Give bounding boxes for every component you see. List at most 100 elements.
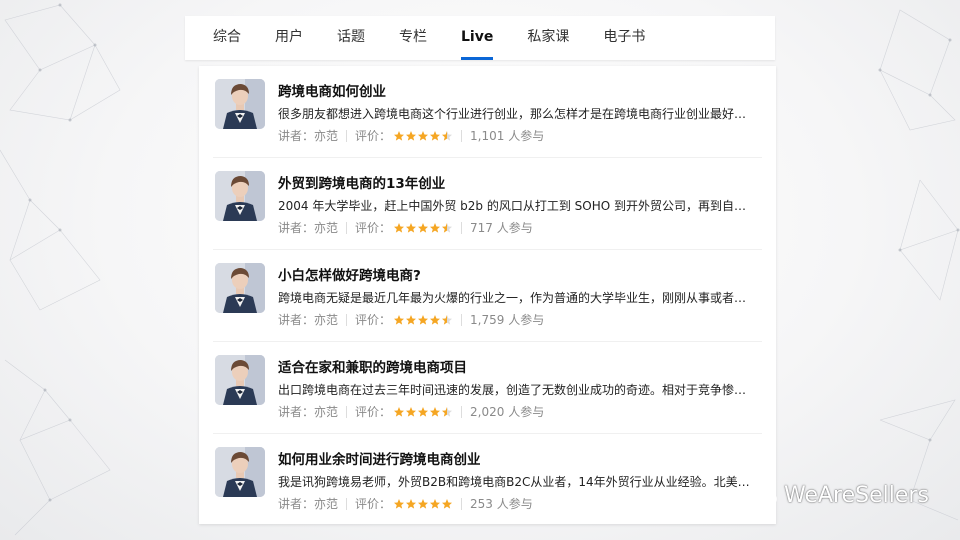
star-icon (394, 130, 405, 141)
divider (346, 405, 348, 418)
live-title[interactable]: 跨境电商如何创业 (278, 80, 386, 100)
divider (461, 405, 463, 418)
live-description: 很多朋友都想进入跨境电商这个行业进行创业，那么怎样才是在跨境电商行业创业最好的方… (278, 107, 758, 121)
live-results-list: 跨境电商如何创业 很多朋友都想进入跨境电商这个行业进行创业，那么怎样才是在跨境电… (199, 66, 776, 524)
live-meta: 讲者：亦范 评价： 2,020 人参与 (278, 403, 544, 420)
star-icon (442, 222, 453, 233)
rating-label: 评价： (355, 405, 392, 419)
speaker-name[interactable]: 讲者：亦范 (278, 311, 338, 328)
live-meta: 讲者：亦范 评价： 717 人参与 (278, 219, 533, 236)
rating-label: 评价： (355, 313, 392, 327)
participants-count: 1,759 人参与 (470, 313, 545, 327)
participants-count: 2,020 人参与 (470, 405, 545, 419)
star-icon (394, 406, 405, 417)
live-title[interactable]: 如何用业余时间进行跨境电商创业 (278, 448, 481, 468)
star-icon (406, 314, 417, 325)
star-icon (418, 498, 429, 509)
live-title[interactable]: 小白怎样做好跨境电商? (278, 264, 421, 284)
rating-stars (393, 130, 453, 142)
rating-label: 评价： (355, 497, 392, 511)
tab-5[interactable]: 私家课 (527, 16, 569, 60)
watermark-logo: WeAreSellers (750, 483, 929, 508)
participants-count: 253 人参与 (470, 497, 533, 511)
speaker-avatar[interactable] (215, 79, 265, 129)
avatar-image (215, 79, 265, 129)
avatar-image (215, 447, 265, 497)
rating-label: 评价： (355, 129, 392, 143)
avatar-image (215, 171, 265, 221)
live-title[interactable]: 适合在家和兼职的跨境电商项目 (278, 356, 467, 376)
divider (461, 221, 463, 234)
participants-count: 1,101 人参与 (470, 129, 545, 143)
tab-1[interactable]: 用户 (275, 16, 303, 60)
rating-stars (393, 498, 453, 510)
star-icon (430, 130, 441, 141)
live-meta: 讲者：亦范 评价： 1,101 人参与 (278, 127, 544, 144)
search-tabs-bar: 综合 用户 话题 专栏 Live 私家课 电子书 (185, 16, 775, 60)
star-icon (406, 498, 417, 509)
watermark-text: WeAreSellers (784, 483, 929, 508)
tab-list: 综合 用户 话题 专栏 Live 私家课 电子书 (185, 16, 775, 60)
rating-stars (393, 222, 453, 234)
star-icon (394, 222, 405, 233)
live-item[interactable]: 适合在家和兼职的跨境电商项目 出口跨境电商在过去三年时间迅速的发展，创造了无数创… (199, 342, 776, 434)
star-icon (442, 498, 453, 509)
wechat-icon (750, 484, 777, 506)
star-icon (418, 314, 429, 325)
star-icon (442, 314, 453, 325)
rating-stars (393, 406, 453, 418)
live-item[interactable]: 如何用业余时间进行跨境电商创业 我是讯狗跨境易老师，外贸B2B和跨境电商B2C从… (199, 434, 776, 526)
star-icon (442, 406, 453, 417)
live-description: 2004 年大学毕业，赶上中国外贸 b2b 的风口从打工到 SOHO 到开外贸公… (278, 199, 758, 213)
speaker-name[interactable]: 讲者：亦范 (278, 127, 338, 144)
live-item[interactable]: 外贸到跨境电商的13年创业 2004 年大学毕业，赶上中国外贸 b2b 的风口从… (199, 158, 776, 250)
star-icon (430, 314, 441, 325)
tab-3[interactable]: 专栏 (399, 16, 427, 60)
speaker-avatar[interactable] (215, 447, 265, 497)
star-icon (418, 222, 429, 233)
divider (346, 221, 348, 234)
avatar-image (215, 355, 265, 405)
star-icon (406, 222, 417, 233)
network-pattern-right (878, 9, 960, 521)
rating-label: 评价： (355, 221, 392, 235)
live-item[interactable]: 小白怎样做好跨境电商? 跨境电商无疑是最近几年最为火爆的行业之一，作为普通的大学… (199, 250, 776, 342)
tab-2[interactable]: 话题 (337, 16, 365, 60)
participants-count: 717 人参与 (470, 221, 533, 235)
divider (346, 129, 348, 142)
live-description: 我是讯狗跨境易老师，外贸B2B和跨境电商B2C从业者，14年外贸行业从业经验。北… (278, 475, 758, 489)
divider (461, 497, 463, 510)
live-item[interactable]: 跨境电商如何创业 很多朋友都想进入跨境电商这个行业进行创业，那么怎样才是在跨境电… (199, 66, 776, 158)
avatar-image (215, 263, 265, 313)
divider (346, 497, 348, 510)
speaker-avatar[interactable] (215, 355, 265, 405)
live-description: 跨境电商无疑是最近几年最为火爆的行业之一，作为普通的大学毕业生，刚刚从事或者有志… (278, 291, 758, 305)
star-icon (442, 130, 453, 141)
speaker-name[interactable]: 讲者：亦范 (278, 219, 338, 236)
star-icon (430, 406, 441, 417)
live-meta: 讲者：亦范 评价： 253 人参与 (278, 495, 533, 512)
speaker-avatar[interactable] (215, 263, 265, 313)
divider (461, 129, 463, 142)
tab-6[interactable]: 电子书 (603, 16, 645, 60)
network-pattern-left (0, 3, 121, 536)
star-icon (418, 130, 429, 141)
live-title[interactable]: 外贸到跨境电商的13年创业 (278, 172, 445, 192)
speaker-name[interactable]: 讲者：亦范 (278, 403, 338, 420)
live-meta: 讲者：亦范 评价： 1,759 人参与 (278, 311, 544, 328)
tab-0[interactable]: 综合 (213, 16, 241, 60)
tab-4[interactable]: Live (461, 16, 494, 60)
rating-stars (393, 314, 453, 326)
divider (461, 313, 463, 326)
divider (346, 313, 348, 326)
live-description: 出口跨境电商在过去三年时间迅速的发展，创造了无数创业成功的奇迹。相对于竞争惨烈的… (278, 383, 758, 397)
star-icon (394, 314, 405, 325)
star-icon (430, 498, 441, 509)
speaker-name[interactable]: 讲者：亦范 (278, 495, 338, 512)
star-icon (430, 222, 441, 233)
star-icon (406, 406, 417, 417)
star-icon (406, 130, 417, 141)
speaker-avatar[interactable] (215, 171, 265, 221)
star-icon (418, 406, 429, 417)
star-icon (394, 498, 405, 509)
